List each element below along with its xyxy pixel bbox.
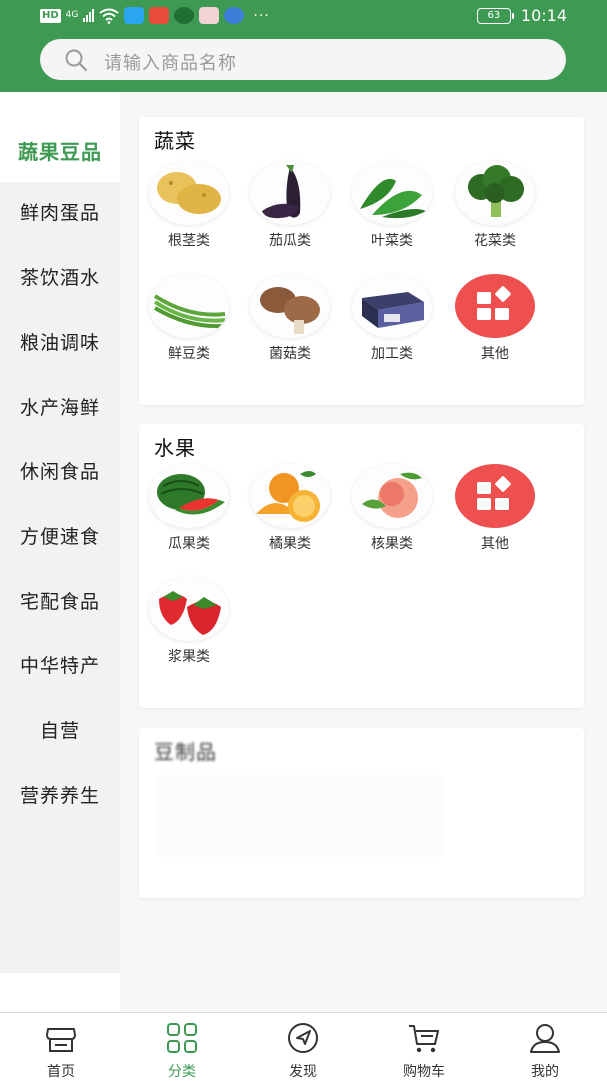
more-notifications-icon: ··· (253, 7, 270, 24)
category-leafy-greens[interactable]: 叶菜类 (346, 161, 438, 261)
category-sidebar: 蔬果豆品 鲜肉蛋品 茶饮酒水 粮油调味 水产海鲜 休闲食品 方便速食 宅配食品 … (0, 118, 120, 973)
sidebar-item-delivery-food[interactable]: 宅配食品 (0, 568, 120, 632)
category-label: 花菜类 (474, 233, 516, 249)
category-label: 根茎类 (168, 233, 210, 249)
sidebar-item-meat-eggs[interactable]: 鲜肉蛋品 (0, 179, 120, 243)
category-cauliflower-broccoli[interactable]: 花菜类 (449, 161, 541, 261)
category-label: 浆果类 (168, 649, 210, 665)
video-app-icon (149, 7, 170, 24)
search-placeholder: 请输入商品名称 (104, 53, 237, 74)
grid-icon (455, 464, 535, 528)
category-citrus[interactable]: 橘果类 (244, 464, 336, 564)
network-type: 4G (65, 10, 79, 20)
mushroom-image (250, 274, 330, 338)
section-title: 豆制品 (154, 740, 217, 764)
user-icon (530, 1024, 560, 1053)
sidebar-item-specialties[interactable]: 中华特产 (0, 632, 120, 696)
section-title: 水果 (154, 436, 196, 460)
tab-category[interactable]: 分类 (132, 1019, 232, 1080)
category-melons[interactable]: 瓜果类 (143, 464, 235, 564)
category-label: 橘果类 (269, 536, 311, 552)
eggplant-image (250, 161, 330, 225)
cart-icon (409, 1025, 439, 1053)
tab-label: 发现 (289, 1064, 317, 1080)
green-beans-image (149, 274, 229, 338)
game-app-icon (199, 7, 220, 24)
category-label: 其他 (481, 346, 509, 362)
section-card-bean-products: 豆制品 (139, 728, 584, 898)
sidebar-item-self-operated[interactable]: 自营 (0, 697, 120, 761)
category-berries[interactable]: 浆果类 (143, 577, 235, 677)
sidebar-item-nutrition[interactable]: 营养养生 (0, 762, 120, 826)
sidebar-item-snacks[interactable]: 休闲食品 (0, 438, 120, 502)
tab-label: 分类 (168, 1064, 196, 1080)
category-other-fruits[interactable]: 其他 (449, 464, 541, 564)
category-stone-fruit[interactable]: 核果类 (346, 464, 438, 564)
category-root-vegetables[interactable]: 根茎类 (143, 161, 235, 261)
category-fresh-beans[interactable]: 鲜豆类 (143, 274, 235, 374)
chat-app-icon (174, 7, 195, 24)
category-label: 鲜豆类 (168, 346, 210, 362)
peach-image (352, 464, 432, 528)
store-icon (46, 1028, 76, 1052)
header: HD 4G ··· 63 10:14 请输入商品名称 (0, 0, 607, 92)
category-label: 菌菇类 (269, 346, 311, 362)
processed-food-image (352, 274, 432, 338)
clock: 10:14 (520, 6, 567, 25)
search-input[interactable]: 请输入商品名称 (40, 39, 566, 80)
tab-label: 首页 (47, 1064, 75, 1080)
status-bar: HD 4G ··· 63 10:14 (0, 0, 607, 32)
strawberry-image (149, 577, 229, 641)
tab-discover[interactable]: 发现 (253, 1019, 353, 1080)
leafy-greens-image (352, 161, 432, 225)
category-processed[interactable]: 加工类 (346, 274, 438, 374)
category-grid-icon (167, 1023, 197, 1053)
section-title: 蔬菜 (154, 129, 196, 153)
category-label: 茄瓜类 (269, 233, 311, 249)
category-label: 叶菜类 (371, 233, 413, 249)
section-card-vegetables: 蔬菜 根茎类 茄瓜类 叶菜类 花菜类 鲜豆类 菌菇类 加工类 其他 (139, 117, 584, 405)
orange-image (250, 464, 330, 528)
hd-badge: HD (40, 8, 61, 23)
tab-label: 我的 (531, 1064, 559, 1080)
sidebar-item-drinks[interactable]: 茶饮酒水 (0, 244, 120, 308)
status-left: HD 4G ··· (40, 7, 270, 24)
category-label: 加工类 (371, 346, 413, 362)
tab-cart[interactable]: 购物车 (374, 1019, 474, 1080)
status-right: 63 10:14 (476, 6, 567, 25)
category-eggplant-gourd[interactable]: 茄瓜类 (244, 161, 336, 261)
watermelon-image (149, 464, 229, 528)
signal-icon (83, 9, 95, 22)
category-label: 其他 (481, 536, 509, 552)
search-app-icon (124, 7, 145, 24)
sidebar-item-produce[interactable]: 蔬果豆品 (0, 118, 120, 182)
section-card-fruits: 水果 瓜果类 橘果类 核果类 其他 浆果类 (139, 424, 584, 708)
sidebar-item-seafood[interactable]: 水产海鲜 (0, 374, 120, 438)
category-label: 核果类 (371, 536, 413, 552)
category-other-vegetables[interactable]: 其他 (449, 274, 541, 374)
category-label: 瓜果类 (168, 536, 210, 552)
broccoli-image (455, 161, 535, 225)
category-mushrooms[interactable]: 菌菇类 (244, 274, 336, 374)
tab-home[interactable]: 首页 (11, 1019, 111, 1080)
browser-app-icon (224, 7, 245, 24)
battery-icon: 63 (476, 7, 514, 24)
compass-icon (288, 1023, 318, 1053)
grid-icon (455, 274, 535, 338)
bottom-tab-bar: 首页 分类 发现 购物车 我的 (0, 1012, 607, 1080)
tab-label: 购物车 (403, 1064, 445, 1080)
sidebar-item-instant-food[interactable]: 方便速食 (0, 503, 120, 567)
search-icon (65, 49, 88, 72)
wifi-icon (99, 8, 119, 24)
sidebar-item-grain-oil[interactable]: 粮油调味 (0, 309, 120, 373)
tab-profile[interactable]: 我的 (495, 1019, 595, 1080)
loading-placeholder (157, 776, 442, 856)
potato-image (149, 161, 229, 225)
